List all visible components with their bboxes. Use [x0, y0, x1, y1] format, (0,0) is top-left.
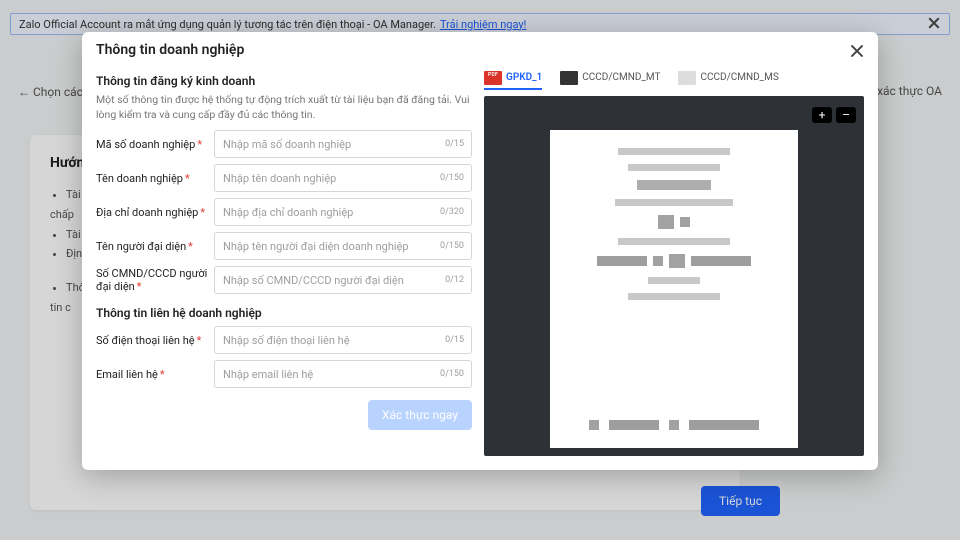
biz-code-count: 0/15: [445, 130, 464, 158]
section-registration-desc: Một số thông tin được hệ thống tự động t…: [96, 92, 472, 122]
redacted-line: [628, 293, 720, 300]
label-biz-addr: Địa chỉ doanh nghiệp*: [96, 206, 214, 220]
redacted-line: [628, 164, 720, 171]
business-info-modal: Thông tin doanh nghiệp Thông tin đăng ký…: [82, 32, 878, 470]
label-rep-name: Tên người đại diện*: [96, 240, 214, 254]
image-icon: [678, 71, 696, 85]
label-biz-name: Tên doanh nghiệp*: [96, 172, 214, 186]
phone-count: 0/15: [445, 326, 464, 354]
rep-id-count: 0/12: [445, 266, 464, 294]
tab-label: CCCD/CMND_MS: [700, 72, 778, 83]
document-viewer: + –: [484, 96, 864, 456]
label-email: Email liên hệ*: [96, 368, 214, 382]
biz-code-input[interactable]: [214, 130, 472, 158]
image-icon: [560, 71, 578, 85]
redacted-block: [658, 215, 690, 229]
tab-label: GPKD_1: [506, 72, 542, 83]
email-count: 0/150: [440, 360, 464, 388]
redacted-line: [618, 238, 730, 245]
label-biz-code: Mã số doanh nghiệp*: [96, 138, 214, 152]
modal-header: Thông tin doanh nghiệp: [82, 32, 878, 68]
label-phone: Số điện thoại liên hệ*: [96, 334, 214, 348]
tab-label: CCCD/CMND_MT: [582, 72, 660, 83]
form-column: Thông tin đăng ký kinh doanh Một số thôn…: [96, 68, 472, 456]
viewer-toolbar: + –: [492, 104, 856, 126]
section-contact-title: Thông tin liên hệ doanh nghiệp: [96, 306, 472, 320]
tab-cccd-back[interactable]: CCCD/CMND_MS: [678, 71, 778, 90]
label-rep-id: Số CMND/CCCD người đại diện*: [96, 267, 214, 295]
redacted-line: [618, 148, 730, 155]
document-tabs: GPKD_1 CCCD/CMND_MT CCCD/CMND_MS: [484, 68, 864, 92]
document-page[interactable]: [550, 130, 798, 448]
tab-cccd-front[interactable]: CCCD/CMND_MT: [560, 71, 660, 90]
verify-button[interactable]: Xác thực ngay: [368, 400, 472, 430]
redacted-line: [615, 199, 733, 206]
rep-name-count: 0/150: [440, 232, 464, 260]
phone-input[interactable]: [214, 326, 472, 354]
zoom-in-button[interactable]: +: [812, 107, 832, 123]
biz-name-count: 0/150: [440, 164, 464, 192]
rep-name-input[interactable]: [214, 232, 472, 260]
modal-title: Thông tin doanh nghiệp: [96, 42, 244, 58]
biz-name-input[interactable]: [214, 164, 472, 192]
redacted-footer: [589, 420, 759, 430]
biz-addr-input[interactable]: [214, 198, 472, 226]
redacted-line: [648, 277, 701, 284]
pdf-icon: [484, 71, 502, 85]
email-input[interactable]: [214, 360, 472, 388]
document-preview: GPKD_1 CCCD/CMND_MT CCCD/CMND_MS + –: [484, 68, 864, 456]
redacted-block: [597, 254, 751, 268]
section-registration-title: Thông tin đăng ký kinh doanh: [96, 74, 472, 88]
zoom-out-button[interactable]: –: [836, 107, 856, 123]
redacted-heading: [637, 180, 710, 190]
tab-gpkd[interactable]: GPKD_1: [484, 71, 542, 90]
close-icon[interactable]: [846, 40, 868, 62]
biz-addr-count: 0/320: [440, 198, 464, 226]
rep-id-input[interactable]: [214, 266, 472, 294]
